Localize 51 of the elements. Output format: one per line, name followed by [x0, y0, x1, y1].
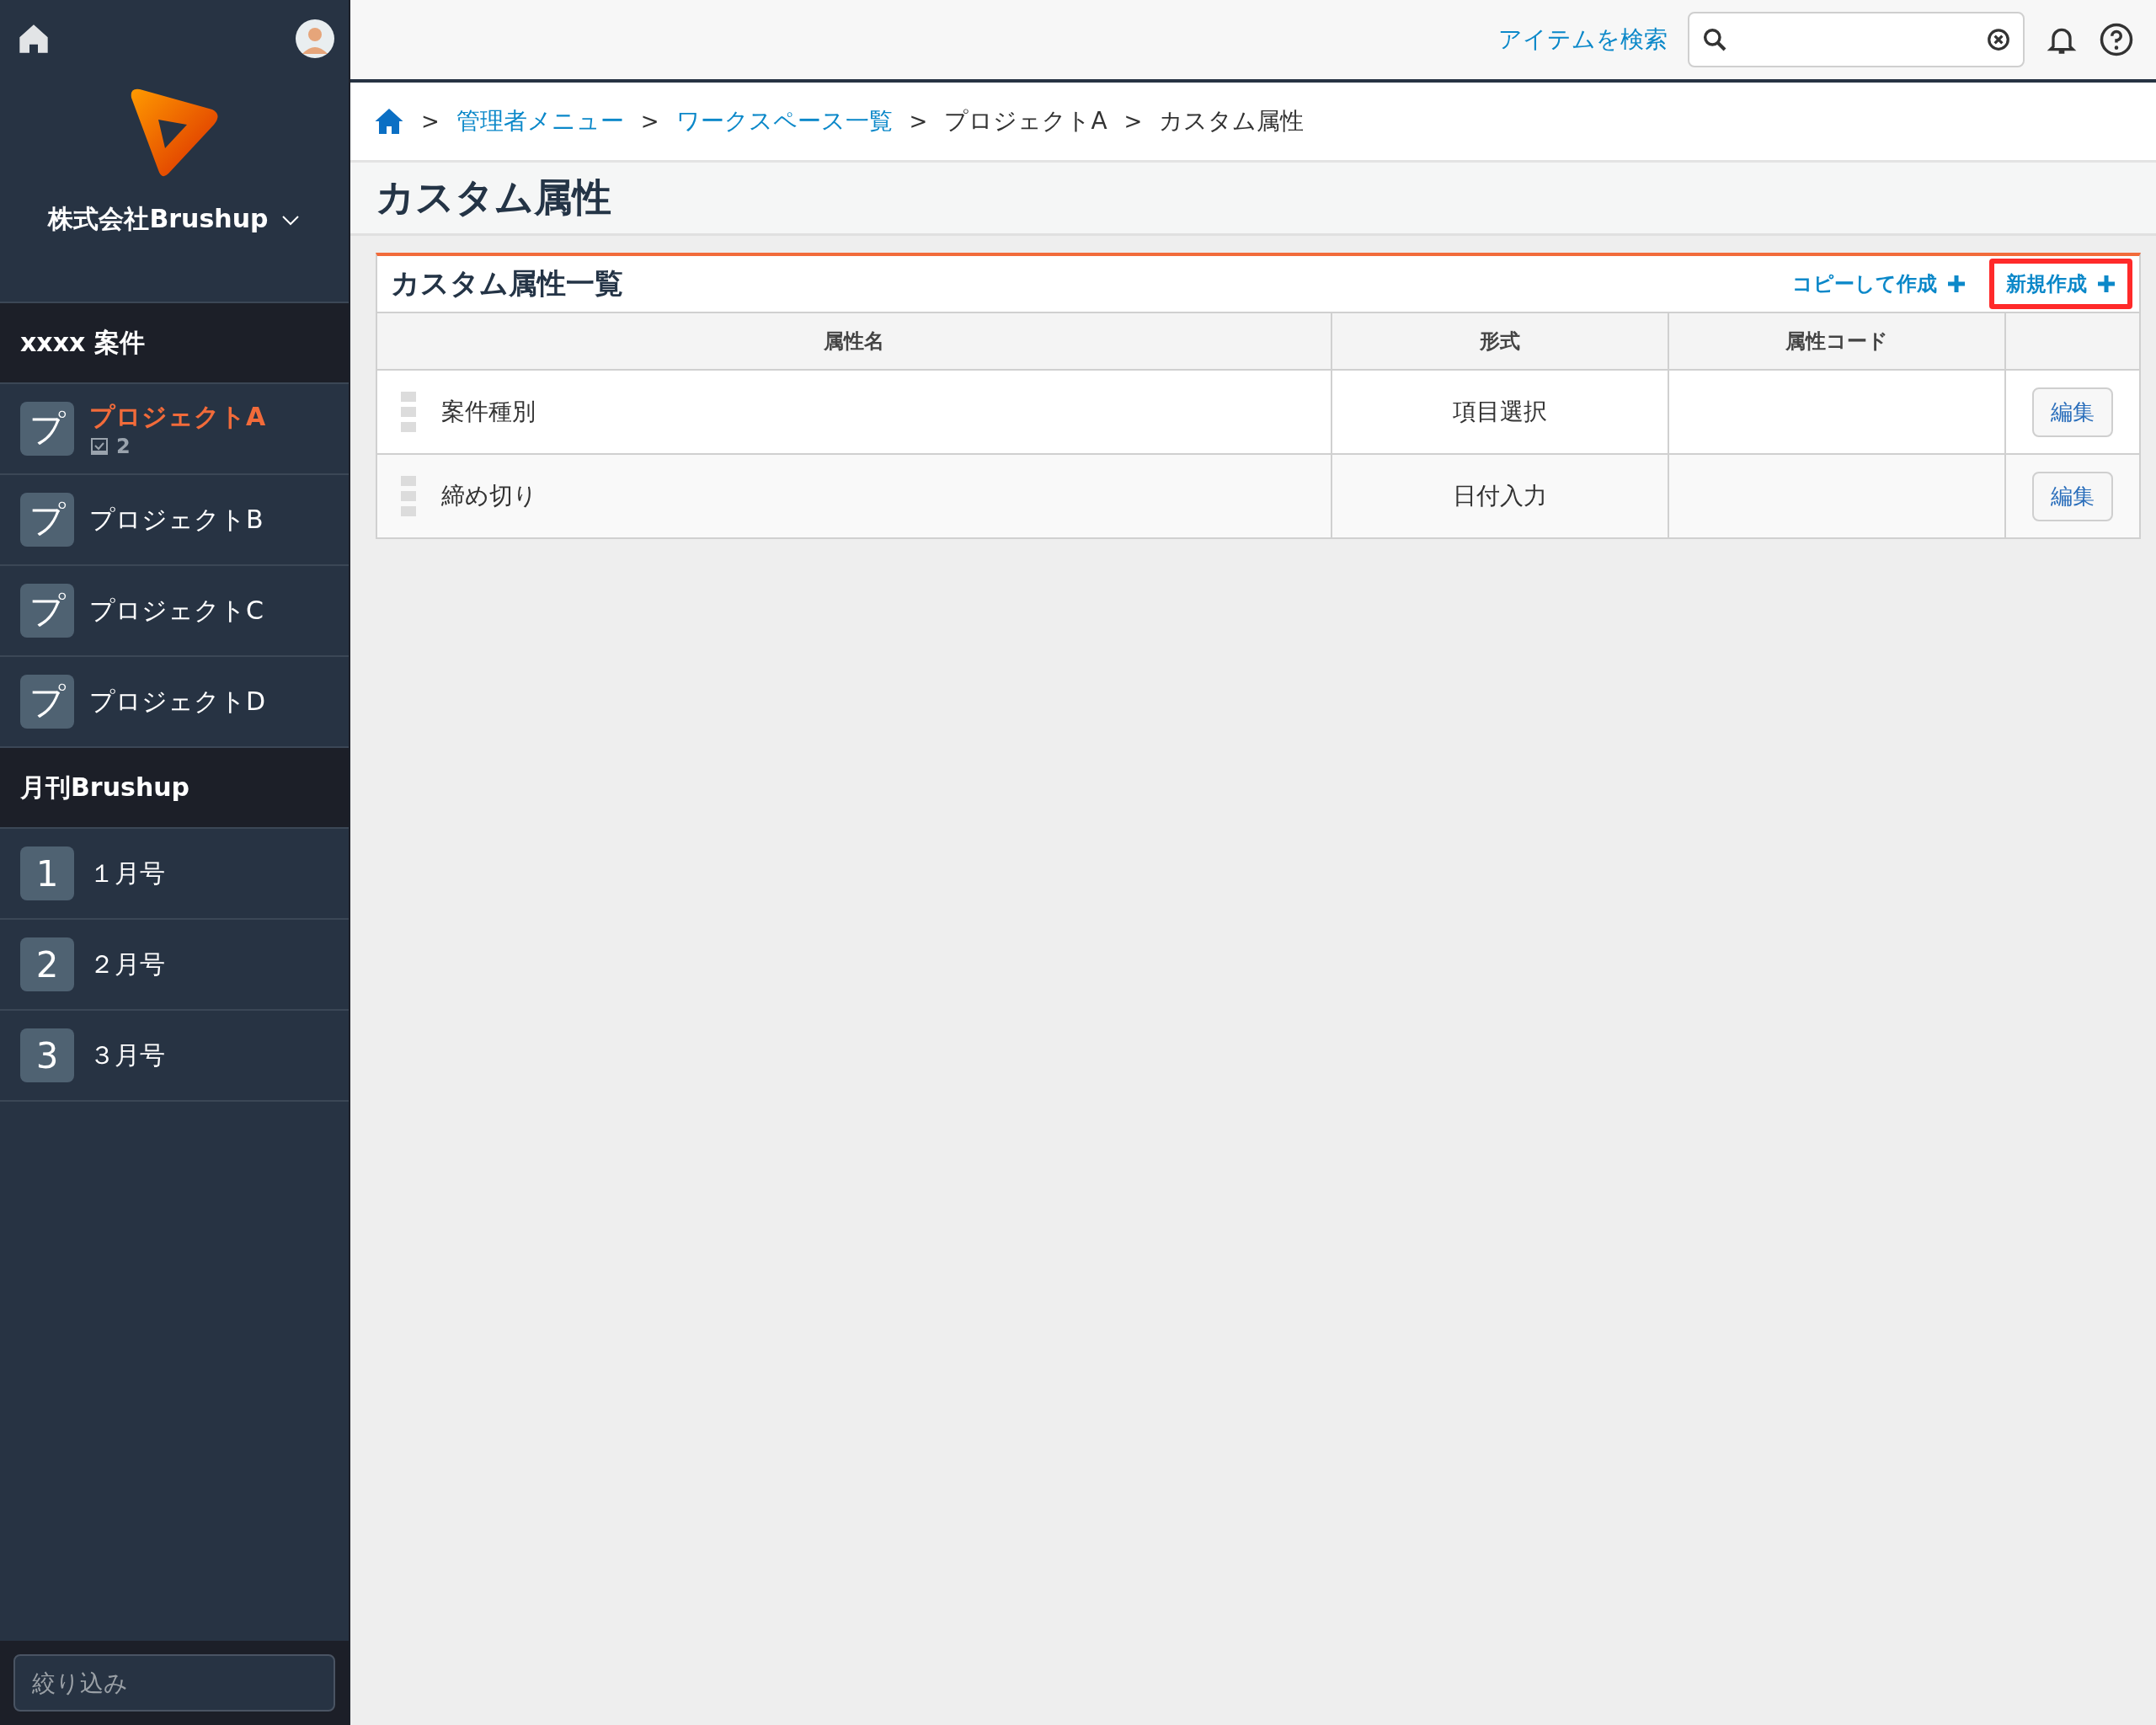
search-link[interactable]: アイテムを検索: [1498, 24, 1668, 56]
drag-handle-icon[interactable]: [401, 392, 416, 432]
column-header: 形式: [1331, 312, 1668, 369]
panel-title: カスタム属性一覧: [391, 265, 624, 302]
sidebar-item[interactable]: プロジェクトA: [89, 399, 266, 435]
item-icon: 2: [20, 937, 74, 991]
item-icon: プ: [20, 584, 74, 638]
breadcrumb-separator: >: [640, 109, 659, 134]
table-cell-text: 締め切り: [441, 481, 537, 511]
company-name[interactable]: 株式会社Brushup: [48, 202, 269, 237]
avatar-icon[interactable]: [295, 19, 335, 59]
breadcrumb-item[interactable]: ワークスペース一覧: [675, 105, 893, 137]
search-field[interactable]: [1688, 12, 2025, 67]
clear-icon: [1986, 27, 2011, 52]
group-title: xxxx 案件: [0, 303, 349, 384]
task-count: 2: [116, 434, 131, 458]
breadcrumb-item[interactable]: 管理者メニュー: [456, 105, 624, 137]
item-icon: 3: [20, 1028, 74, 1082]
search-icon: [1701, 26, 1728, 53]
table-cell-text: 案件種別: [441, 397, 536, 427]
plus-icon: [2097, 275, 2116, 293]
breadcrumb-separator: >: [909, 109, 928, 134]
breadcrumb-item: プロジェクトA: [944, 106, 1107, 136]
help-icon[interactable]: [2099, 22, 2134, 57]
item-icon: プ: [20, 402, 74, 456]
breadcrumb-item: カスタム属性: [1159, 106, 1305, 136]
page-title: カスタム属性: [350, 163, 2156, 236]
table-cell-text: 項目選択: [1453, 397, 1547, 427]
checkbox-icon: [89, 435, 109, 457]
sidebar-item[interactable]: プロジェクトC: [89, 593, 264, 628]
home-icon[interactable]: [374, 107, 404, 136]
table-cell-text: 日付入力: [1453, 481, 1547, 511]
drag-handle-icon[interactable]: [401, 476, 416, 516]
sidebar-item[interactable]: ３月号: [89, 1038, 165, 1073]
edit-button[interactable]: 編集: [2032, 387, 2113, 437]
sidebar-item[interactable]: プロジェクトD: [89, 684, 266, 719]
breadcrumb-separator: >: [1123, 109, 1143, 134]
column-header: 属性名: [377, 312, 1331, 369]
edit-button[interactable]: 編集: [2032, 471, 2113, 521]
breadcrumb-separator: >: [421, 109, 440, 134]
plus-icon: [1947, 275, 1966, 293]
column-header: 属性コード: [1668, 312, 2004, 369]
item-icon: プ: [20, 493, 74, 547]
filter-field[interactable]: 絞り込み: [13, 1654, 335, 1712]
item-icon: プ: [20, 675, 74, 729]
sidebar-item[interactable]: プロジェクトB: [89, 502, 264, 537]
sidebar-item[interactable]: １月号: [89, 856, 165, 891]
create-button[interactable]: 新規作成: [1989, 259, 2132, 309]
sidebar-item[interactable]: ２月号: [89, 947, 165, 982]
item-icon: 1: [20, 846, 74, 900]
group-title: 月刊Brushup: [0, 748, 349, 829]
